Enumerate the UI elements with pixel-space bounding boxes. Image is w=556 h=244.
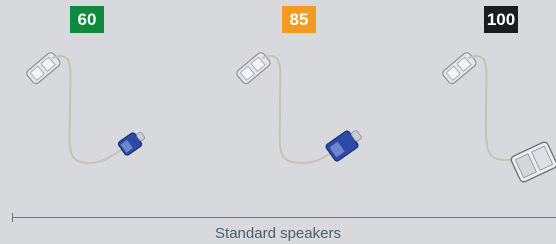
- speaker-wire: [467, 55, 523, 162]
- speaker-wire: [261, 55, 335, 165]
- axis-line: [12, 217, 556, 218]
- badge-100-label: 100: [486, 9, 516, 29]
- receiver-large-clear-icon: [510, 141, 556, 183]
- speaker-100-image: [442, 52, 556, 183]
- badge-85: 85: [282, 6, 316, 33]
- speaker-60-image: [26, 52, 146, 165]
- badge-60: 60: [70, 6, 104, 33]
- receiver-small-blue-icon: [117, 131, 146, 156]
- badge-85-label: 85: [289, 9, 309, 29]
- speaker-85-image: [236, 52, 362, 165]
- speaker-wire: [51, 55, 126, 165]
- caption: Standard speakers: [215, 225, 341, 242]
- receiver-medium-blue-icon: [325, 130, 362, 162]
- badge-60-label: 60: [77, 9, 97, 29]
- badge-100: 100: [484, 6, 518, 33]
